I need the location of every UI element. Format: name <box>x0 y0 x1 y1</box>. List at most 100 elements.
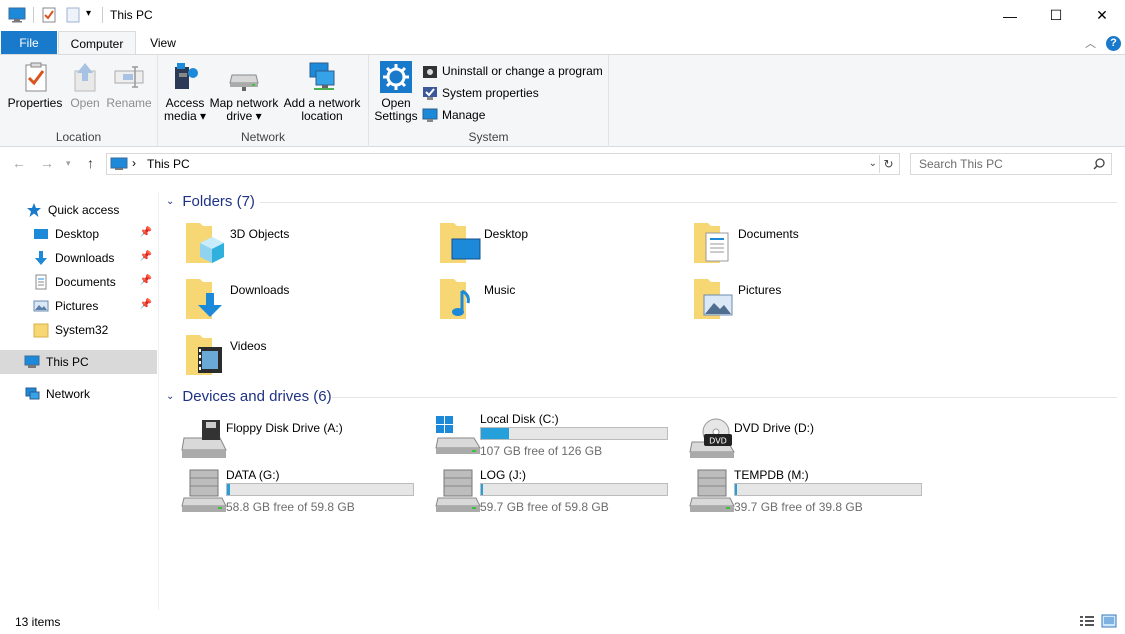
system-properties-button[interactable]: System properties <box>422 84 539 102</box>
drive-floppy-a[interactable]: Floppy Disk Drive (A:) <box>180 418 430 466</box>
folder-music[interactable]: Music <box>438 275 688 327</box>
manage-button[interactable]: Manage <box>422 106 485 124</box>
folder-name: 3D Objects <box>230 227 290 241</box>
manage-icon <box>422 108 438 122</box>
windows-drive-icon <box>435 416 481 454</box>
access-media-label-2: media ▾ <box>163 109 207 123</box>
minimize-button[interactable]: — <box>987 0 1033 31</box>
manage-label: Manage <box>442 108 486 122</box>
breadcrumb-this-pc[interactable]: This PC <box>147 157 190 171</box>
network-drive-icon <box>229 74 259 91</box>
drive-log-j[interactable]: LOG (J:) 59.7 GB free of 59.8 GB <box>434 468 684 516</box>
status-bar: 13 items <box>0 610 1125 634</box>
tab-computer[interactable]: Computer <box>58 31 136 55</box>
drive-data-g[interactable]: DATA (G:) 58.8 GB free of 59.8 GB <box>180 468 430 516</box>
nav-item-desktop[interactable]: Desktop 📌 <box>0 222 157 246</box>
folder-documents[interactable]: Documents <box>692 219 942 271</box>
nav-this-pc[interactable]: This PC <box>0 350 157 374</box>
floppy-drive-icon <box>181 420 227 458</box>
drive-dvd-d[interactable]: DVD DVD Drive (D:) <box>688 418 938 466</box>
nav-item-downloads[interactable]: Downloads 📌 <box>0 246 157 270</box>
folder-name: Downloads <box>230 283 290 297</box>
properties-button[interactable]: Properties <box>6 61 64 110</box>
drive-usage-bar <box>480 483 668 496</box>
nav-network[interactable]: Network <box>0 382 157 406</box>
map-network-drive-button[interactable]: Map network drive ▾ <box>208 61 280 123</box>
ribbon-group-network: Access media ▾ Map network drive ▾ Add a… <box>158 55 369 147</box>
folder-downloads[interactable]: Downloads <box>184 275 434 327</box>
server-drive-icon <box>435 469 481 512</box>
search-icon[interactable] <box>1093 158 1105 170</box>
drive-tempdb-m[interactable]: TEMPDB (M:) 39.7 GB free of 39.8 GB <box>688 468 938 516</box>
collapse-chevron-icon[interactable]: ⌄ <box>166 391 174 402</box>
close-button[interactable]: ✕ <box>1079 0 1125 31</box>
large-icons-view-icon[interactable] <box>1101 614 1117 628</box>
nav-quick-access[interactable]: Quick access <box>0 198 157 222</box>
nav-item-system32[interactable]: System32 <box>0 318 157 342</box>
search-input[interactable] <box>919 155 1089 173</box>
breadcrumb-separator[interactable]: › <box>132 156 136 170</box>
details-view-icon[interactable] <box>1079 614 1095 628</box>
collapse-chevron-icon[interactable]: ⌄ <box>166 196 174 207</box>
title-bar: ▾ This PC — ☐ ✕ <box>0 0 1125 31</box>
drive-free-space: 107 GB free of 126 GB <box>480 444 603 458</box>
content-pane: ⌄ Folders (7) 3D Objects Desktop Documen… <box>160 186 1125 610</box>
nav-label: Quick access <box>48 203 120 217</box>
server-drive-icon <box>689 469 735 512</box>
pictures-icon <box>33 300 49 312</box>
item-count: 13 items <box>15 615 61 629</box>
folder-name: Music <box>484 283 516 297</box>
folder-pictures[interactable]: Pictures <box>692 275 942 327</box>
nav-item-documents[interactable]: Documents 📌 <box>0 270 157 294</box>
recent-locations-chevron-icon[interactable]: ▾ <box>66 158 71 169</box>
folders-section-header[interactable]: ⌄ Folders (7) <box>166 191 255 211</box>
uninstall-program-button[interactable]: Uninstall or change a program <box>422 62 603 80</box>
tab-view[interactable]: View <box>140 31 186 55</box>
this-pc-icon[interactable] <box>8 7 26 23</box>
minimize-ribbon-chevron-icon[interactable]: ︿ <box>1085 35 1096 51</box>
tab-file[interactable]: File <box>1 31 57 55</box>
folder-videos[interactable]: Videos <box>184 331 434 383</box>
nav-label: Pictures <box>55 299 99 313</box>
help-button[interactable]: ? <box>1106 35 1121 51</box>
drives-section-header[interactable]: ⌄ Devices and drives (6) <box>166 386 332 406</box>
address-bar[interactable]: › This PC ⌄ ↻ <box>106 153 900 175</box>
pin-icon[interactable]: 📌 <box>140 251 152 262</box>
folder-name: Desktop <box>484 227 529 241</box>
drive-usage-fill <box>481 484 484 495</box>
customize-toolbar-chevron-icon[interactable]: ▾ <box>86 8 91 19</box>
open-button[interactable]: Open <box>66 61 104 110</box>
access-media-icon <box>175 63 198 89</box>
ribbon-group-location: Properties Open Rename Location <box>0 55 158 147</box>
drive-usage-bar <box>734 483 922 496</box>
drive-name: LOG (J:) <box>480 468 527 482</box>
pin-icon[interactable]: 📌 <box>140 275 152 286</box>
nav-label: Network <box>46 387 91 401</box>
folder-3d-objects[interactable]: 3D Objects <box>184 219 434 271</box>
window-title: This PC <box>110 8 153 22</box>
up-arrow-icon[interactable]: ↑ <box>87 155 94 171</box>
open-settings-button[interactable]: Open Settings <box>373 61 419 123</box>
maximize-button[interactable]: ☐ <box>1033 0 1079 31</box>
refresh-icon[interactable]: ↻ <box>879 155 897 173</box>
nav-item-pictures[interactable]: Pictures 📌 <box>0 294 157 318</box>
access-media-button[interactable]: Access media ▾ <box>162 61 208 123</box>
this-pc-address-icon <box>110 157 128 170</box>
back-arrow-icon[interactable]: ← <box>12 155 26 171</box>
drive-name: Floppy Disk Drive (A:) <box>226 421 343 435</box>
search-box[interactable] <box>910 153 1112 175</box>
drive-local-c[interactable]: Local Disk (C:) 107 GB free of 126 GB <box>434 412 684 460</box>
navigation-bar: ← → ▾ ↑ › This PC ⌄ ↻ <box>0 150 1125 178</box>
desktop-icon <box>34 229 48 239</box>
videos-folder-icon <box>186 335 222 375</box>
add-network-location-button[interactable]: Add a network location <box>282 61 362 123</box>
pin-icon[interactable]: 📌 <box>140 227 152 238</box>
new-folder-quick-icon[interactable] <box>66 7 80 23</box>
server-drive-icon <box>181 469 227 512</box>
address-dropdown-chevron-icon[interactable]: ⌄ <box>869 158 877 169</box>
forward-arrow-icon[interactable]: → <box>40 155 54 171</box>
properties-quick-icon[interactable] <box>42 7 56 23</box>
pin-icon[interactable]: 📌 <box>140 299 152 310</box>
folder-desktop[interactable]: Desktop <box>438 219 688 271</box>
rename-button[interactable]: Rename <box>104 61 154 110</box>
